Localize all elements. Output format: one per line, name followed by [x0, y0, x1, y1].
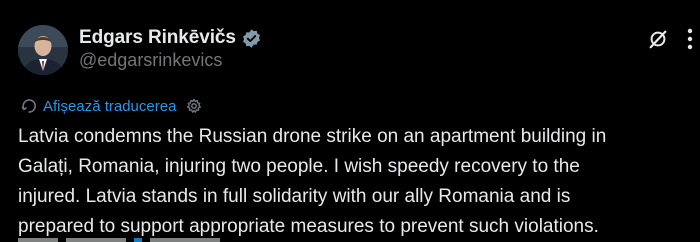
- show-translation-link[interactable]: Afișează traducerea: [43, 98, 176, 115]
- tweet-card: Edgars Rinkēvičs @edgarsrinkevics Afișea…: [0, 0, 700, 242]
- cropped-next-line: [18, 238, 228, 242]
- tweet-text-line: injured. Latvia stands in full solidarit…: [18, 186, 571, 207]
- tweet-text-line: Galați, Romania, injuring two people. I …: [18, 156, 580, 177]
- avatar-photo: [18, 25, 68, 75]
- grok-icon[interactable]: [647, 28, 669, 50]
- author-name-row: Edgars Rinkēvičs: [79, 26, 262, 50]
- settings-icon[interactable]: [186, 98, 202, 114]
- more-vertical-icon[interactable]: [680, 26, 700, 52]
- tweet-text-line: Latvia condemns the Russian drone strike…: [18, 126, 607, 147]
- verified-badge-icon: [241, 28, 262, 49]
- translate-row: Afișează traducerea: [21, 96, 202, 116]
- tweet-text: Latvia condemns the Russian drone strike…: [18, 122, 698, 242]
- avatar[interactable]: [18, 25, 68, 75]
- author-display-name[interactable]: Edgars Rinkēvičs: [79, 27, 236, 49]
- author-handle[interactable]: @edgarsrinkevics: [79, 50, 222, 71]
- translate-icon[interactable]: [21, 98, 37, 114]
